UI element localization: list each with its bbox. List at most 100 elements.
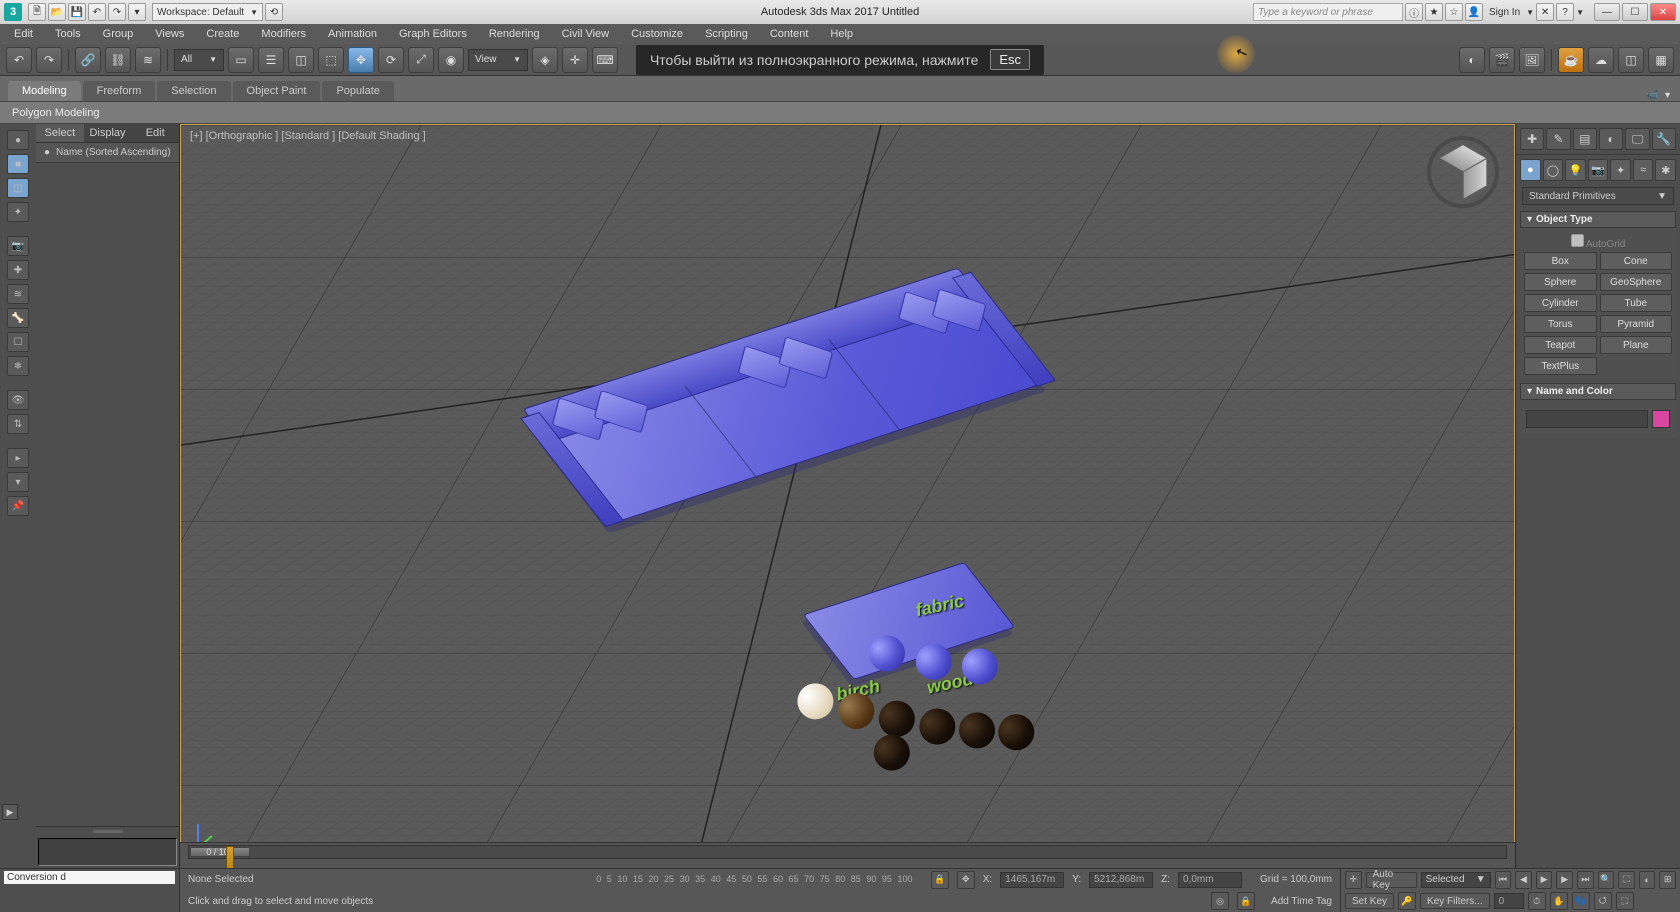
frame-input[interactable]: 0 xyxy=(1494,893,1524,909)
ribbon-subpanel[interactable]: Polygon Modeling xyxy=(0,102,1680,124)
select-scale-icon[interactable]: ⤢ xyxy=(408,47,434,73)
obj-cylinder-button[interactable]: Cylinder xyxy=(1524,294,1597,312)
explorer-splitter[interactable] xyxy=(36,826,179,836)
timeline[interactable]: 0 / 100 xyxy=(180,842,1515,868)
explorer-expand-icon[interactable]: ▸ xyxy=(7,448,29,468)
explorer-tab-edit[interactable]: Edit xyxy=(131,124,179,142)
explorer-filter-cameras-icon[interactable]: 📷 xyxy=(7,236,29,256)
rollout-objtype-header[interactable]: ▾Object Type xyxy=(1520,211,1676,228)
exchange-icon[interactable]: ✕ xyxy=(1536,3,1554,21)
goto-start-icon[interactable]: ⏮ xyxy=(1495,871,1512,889)
nav-fov-icon[interactable]: ◐ xyxy=(1639,871,1656,889)
time-config-icon[interactable]: ⏱ xyxy=(1528,892,1546,910)
explorer-slot[interactable] xyxy=(38,838,177,866)
ribbon-video-icon[interactable]: 📹 xyxy=(1647,90,1659,101)
select-rotate-icon[interactable]: ⟳ xyxy=(378,47,404,73)
keyfilter-icon[interactable]: 🔑 xyxy=(1398,892,1416,910)
maxscript-mini[interactable]: Conversion d xyxy=(4,871,175,884)
menu-graph-editors[interactable]: Graph Editors xyxy=(389,27,477,41)
cat-systems-icon[interactable]: ✱ xyxy=(1655,159,1676,181)
obj-textplus-button[interactable]: TextPlus xyxy=(1524,357,1597,375)
obj-torus-button[interactable]: Torus xyxy=(1524,315,1597,333)
play-icon[interactable]: ▶ xyxy=(1536,871,1553,889)
select-region-icon[interactable]: ◫ xyxy=(288,47,314,73)
selection-lock-icon[interactable]: 🔒 xyxy=(1237,892,1255,910)
select-object-icon[interactable]: ▭ xyxy=(228,47,254,73)
keyfilters-button[interactable]: Key Filters... xyxy=(1420,893,1490,909)
explorer-list[interactable] xyxy=(36,163,179,826)
ribbon-chevron-icon[interactable]: ▾ xyxy=(1665,90,1670,101)
obj-teapot-button[interactable]: Teapot xyxy=(1524,336,1597,354)
open-file-icon[interactable]: 📂 xyxy=(48,3,66,21)
info-icon[interactable]: ⓘ xyxy=(1405,3,1423,21)
obj-pyramid-button[interactable]: Pyramid xyxy=(1600,315,1673,333)
snap-toggle-icon[interactable]: ✥ xyxy=(957,871,975,889)
obj-cone-button[interactable]: Cone xyxy=(1600,252,1673,270)
help-icon[interactable]: ? xyxy=(1556,3,1574,21)
menu-civil-view[interactable]: Civil View xyxy=(552,27,619,41)
nav-maximize-icon[interactable]: ⛶ xyxy=(1616,892,1634,910)
project-icon[interactable]: ▾ xyxy=(128,3,146,21)
nav-pan-icon[interactable]: ✋ xyxy=(1550,892,1568,910)
rendered-frame-icon[interactable]: 🖼 xyxy=(1519,47,1545,73)
explorer-tab-select[interactable]: Select xyxy=(36,124,84,142)
viewcube[interactable] xyxy=(1427,136,1499,208)
menu-group[interactable]: Group xyxy=(93,27,144,41)
menu-modifiers[interactable]: Modifiers xyxy=(251,27,316,41)
undo-quick-icon[interactable]: ↶ xyxy=(88,3,106,21)
render-activeshade-icon[interactable]: ◫ xyxy=(1618,47,1644,73)
menu-scripting[interactable]: Scripting xyxy=(695,27,758,41)
cat-shapes-icon[interactable]: ◯ xyxy=(1543,159,1564,181)
cat-spacewarps-icon[interactable]: ≈ xyxy=(1633,159,1654,181)
explorer-filter-spacewarp-icon[interactable]: ≋ xyxy=(7,284,29,304)
explorer-header[interactable]: ● Name (Sorted Ascending) xyxy=(36,143,179,163)
favorite-icon[interactable]: ☆ xyxy=(1445,3,1463,21)
save-file-icon[interactable]: 💾 xyxy=(68,3,86,21)
timeline-thumb[interactable]: 0 / 100 xyxy=(190,847,250,857)
prev-frame-icon[interactable]: ◀ xyxy=(1515,871,1532,889)
obj-plane-button[interactable]: Plane xyxy=(1600,336,1673,354)
explorer-display-icon[interactable]: 👁 xyxy=(7,390,29,410)
explorer-collapse-icon[interactable]: ▾ xyxy=(7,472,29,492)
undo-icon[interactable]: ↶ xyxy=(6,47,32,73)
explorer-filter-frozen-icon[interactable]: ❄ xyxy=(7,356,29,376)
cat-geometry-icon[interactable]: ● xyxy=(1520,159,1541,181)
workspace-reset-icon[interactable]: ⟲ xyxy=(265,3,283,21)
workspace-dropdown[interactable]: Workspace: Default▼ xyxy=(152,3,263,21)
menu-views[interactable]: Views xyxy=(145,27,194,41)
nav-walk-icon[interactable]: 👣 xyxy=(1572,892,1590,910)
redo-quick-icon[interactable]: ↷ xyxy=(108,3,126,21)
cp-modify-icon[interactable]: ✎ xyxy=(1546,128,1570,150)
select-manipulate-icon[interactable]: ✛ xyxy=(562,47,588,73)
explorer-filter-all-icon[interactable]: ● xyxy=(7,130,29,150)
viewport[interactable]: [+] [Orthographic ] [Standard ] [Default… xyxy=(180,124,1515,868)
cp-utilities-icon[interactable]: 🔧 xyxy=(1652,128,1676,150)
object-color-swatch[interactable] xyxy=(1652,410,1670,428)
menu-animation[interactable]: Animation xyxy=(318,27,387,41)
tab-selection[interactable]: Selection xyxy=(157,81,230,101)
menu-rendering[interactable]: Rendering xyxy=(479,27,550,41)
keymode-dropdown[interactable]: Selected▼ xyxy=(1421,872,1491,888)
sofa-model[interactable] xyxy=(564,352,1024,462)
cp-motion-icon[interactable]: ◐ xyxy=(1599,128,1623,150)
nav-zoom-ext-icon[interactable]: ⊞ xyxy=(1659,871,1676,889)
setkey-button[interactable]: Set Key xyxy=(1345,893,1394,909)
z-coord[interactable]: 0,0mm xyxy=(1178,872,1242,888)
obj-box-button[interactable]: Box xyxy=(1524,252,1597,270)
autokey-button[interactable]: Auto Key xyxy=(1366,872,1417,888)
explorer-tab-display[interactable]: Display xyxy=(84,124,132,142)
primitive-category-dropdown[interactable]: Standard Primitives▼ xyxy=(1522,187,1674,205)
maximize-button[interactable]: ☐ xyxy=(1622,3,1648,21)
select-name-icon[interactable]: ☰ xyxy=(258,47,284,73)
menu-edit[interactable]: Edit xyxy=(4,27,43,41)
next-frame-icon[interactable]: ▶ xyxy=(1556,871,1573,889)
cat-cameras-icon[interactable]: 📷 xyxy=(1588,159,1609,181)
use-pivot-icon[interactable]: ◈ xyxy=(532,47,558,73)
object-name-input[interactable] xyxy=(1526,410,1648,428)
obj-tube-button[interactable]: Tube xyxy=(1600,294,1673,312)
nav-zoom-icon[interactable]: 🔍 xyxy=(1598,871,1615,889)
explorer-filter-geom-icon[interactable]: ■ xyxy=(7,154,29,174)
minimize-button[interactable]: — xyxy=(1594,3,1620,21)
menu-tools[interactable]: Tools xyxy=(45,27,91,41)
star-icon[interactable]: ★ xyxy=(1425,3,1443,21)
